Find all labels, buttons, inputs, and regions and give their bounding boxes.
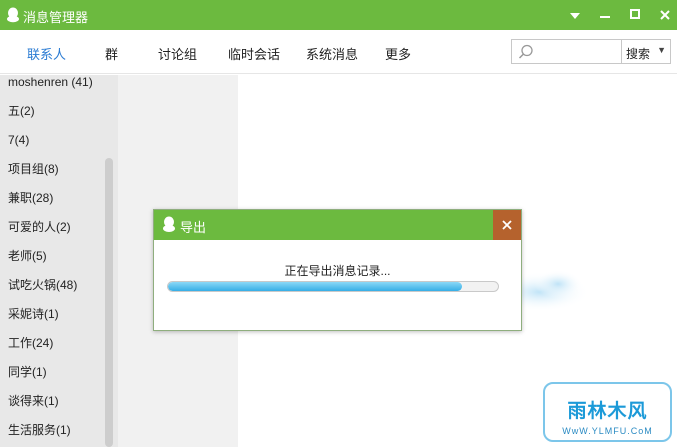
list-item[interactable]: 老师(5) xyxy=(0,249,118,278)
tab-contacts[interactable]: 联系人 xyxy=(27,44,66,63)
chevron-down-icon[interactable]: ▼ xyxy=(657,45,666,55)
maximize-icon[interactable] xyxy=(625,5,645,25)
tab-system-messages[interactable]: 系统消息 xyxy=(306,44,358,63)
watermark-logo: 雨林木风 WwW.YLMFU.CoM xyxy=(543,382,672,442)
search-input[interactable] xyxy=(538,43,618,60)
qq-penguin-icon xyxy=(163,216,175,232)
progress-fill xyxy=(168,282,462,291)
export-progress-bar xyxy=(167,281,499,292)
search-icon xyxy=(518,44,533,59)
tab-discussion[interactable]: 讨论组 xyxy=(158,44,197,63)
search-box[interactable] xyxy=(511,39,622,64)
list-item[interactable]: 试吃火锅(48) xyxy=(0,278,118,307)
list-item[interactable]: 可爱的人(2) xyxy=(0,220,118,249)
tab-temp-session[interactable]: 临时会话 xyxy=(228,44,280,63)
close-icon xyxy=(502,220,512,230)
tab-groups[interactable]: 群 xyxy=(105,44,118,63)
tab-bar: 联系人 群 讨论组 临时会话 系统消息 更多 搜索 ▼ xyxy=(0,30,677,74)
list-item[interactable]: 谈得来(1) xyxy=(0,394,118,423)
title-bar: 消息管理器 xyxy=(0,0,677,30)
list-item[interactable]: 项目组(8) xyxy=(0,162,118,191)
watermark-url: WwW.YLMFU.CoM xyxy=(562,426,653,436)
watermark-text: 雨林木风 xyxy=(567,400,648,422)
search-button-label: 搜索 xyxy=(626,47,651,61)
list-item[interactable]: 同学(1) xyxy=(0,365,118,394)
qq-penguin-icon xyxy=(7,7,19,23)
dialog-header: 导出 xyxy=(154,210,521,240)
list-item[interactable]: 生活服务(1) xyxy=(0,423,118,447)
list-item[interactable]: moshenren (41) xyxy=(0,75,118,104)
export-dialog: 导出 正在导出消息记录... xyxy=(153,209,522,331)
sidebar-scrollbar[interactable] xyxy=(105,158,113,447)
list-item[interactable]: 采妮诗(1) xyxy=(0,307,118,336)
dropdown-icon[interactable] xyxy=(565,5,585,25)
window-title: 消息管理器 xyxy=(23,10,89,25)
search-button[interactable]: 搜索 ▼ xyxy=(621,39,671,64)
close-icon[interactable] xyxy=(655,5,675,25)
tab-more[interactable]: 更多 xyxy=(385,44,411,63)
dialog-close-button[interactable] xyxy=(493,210,521,240)
list-item[interactable]: 7(4) xyxy=(0,133,118,162)
minimize-icon[interactable] xyxy=(595,5,615,25)
list-item[interactable]: 五(2) xyxy=(0,104,118,133)
export-status-text: 正在导出消息记录... xyxy=(284,264,391,278)
contact-group-list: moshenren (41) 五(2) 7(4) 项目组(8) 兼职(28) 可… xyxy=(0,75,118,447)
list-item[interactable]: 工作(24) xyxy=(0,336,118,365)
list-item[interactable]: 兼职(28) xyxy=(0,191,118,220)
dialog-title: 导出 xyxy=(180,220,207,235)
